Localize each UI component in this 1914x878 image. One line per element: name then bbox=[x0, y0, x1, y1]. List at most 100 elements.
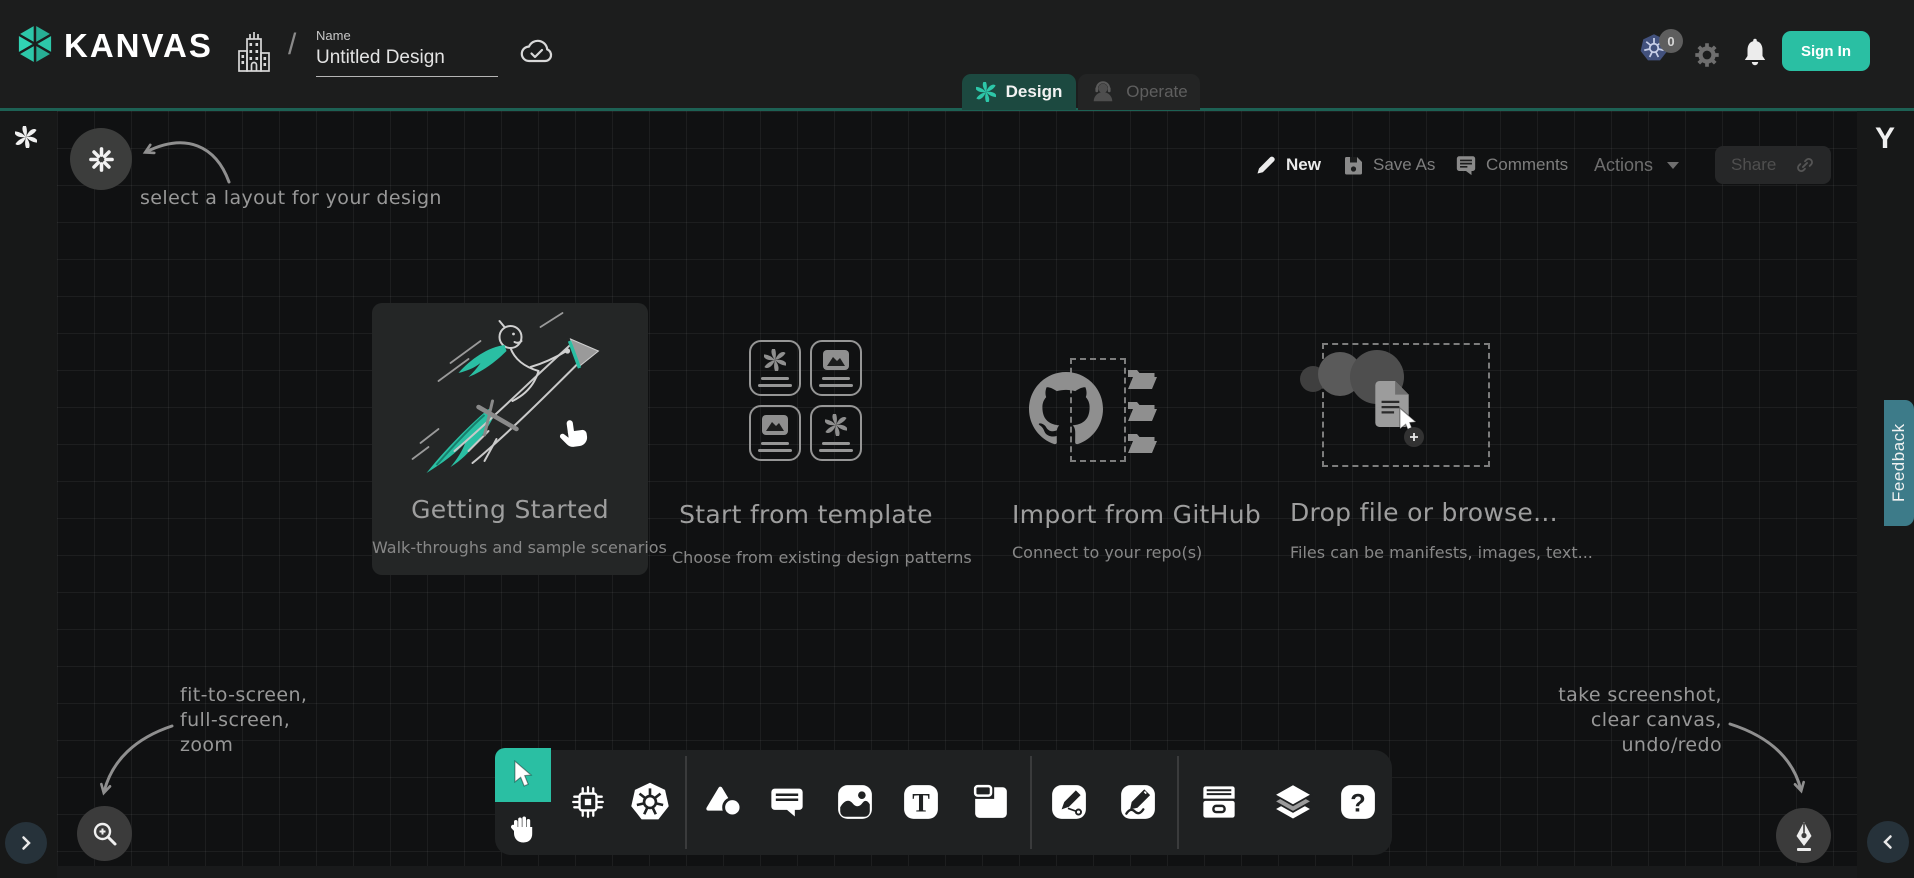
comment-tool-button[interactable] bbox=[765, 780, 809, 824]
expand-right-panel-button[interactable] bbox=[1867, 821, 1909, 863]
zoom-hint-text: fit-to-screen, full-screen, zoom bbox=[180, 683, 307, 758]
actions-dropdown[interactable]: Actions bbox=[1594, 146, 1679, 184]
tab-operate[interactable]: Operate bbox=[1078, 74, 1200, 110]
card-start-from-template[interactable]: Start from template Choose from existing… bbox=[672, 330, 940, 575]
notifications-bell-icon[interactable] bbox=[1741, 38, 1769, 70]
card-subtitle: Choose from existing design patterns bbox=[672, 548, 940, 567]
card-title: Import from GitHub bbox=[1012, 500, 1197, 529]
tab-operate-label: Operate bbox=[1126, 82, 1187, 102]
infrastructure-tool-button[interactable] bbox=[566, 780, 610, 824]
pen-tool-icon bbox=[1050, 783, 1088, 821]
design-pinwheel-icon bbox=[976, 82, 996, 102]
template-tile bbox=[810, 340, 862, 396]
operate-support-icon bbox=[1090, 79, 1116, 105]
pan-tool-button[interactable] bbox=[495, 802, 551, 855]
tab-design-label: Design bbox=[1006, 82, 1063, 102]
organization-building-icon[interactable] bbox=[236, 29, 272, 77]
comment-tool-icon bbox=[768, 785, 806, 819]
zoom-hint-arrow bbox=[90, 712, 190, 802]
zoom-hint-line: fit-to-screen, bbox=[180, 683, 307, 708]
app-window: KANVAS / Name Untitled Design bbox=[0, 0, 1914, 878]
drawer-tool-button[interactable] bbox=[1197, 780, 1241, 824]
toolbar-divider bbox=[1030, 756, 1032, 849]
comments-bubble-icon bbox=[1455, 154, 1477, 176]
canvas-actions-button[interactable] bbox=[1776, 808, 1831, 863]
new-button[interactable]: New bbox=[1255, 146, 1321, 184]
sketch-tool-button[interactable] bbox=[1116, 780, 1160, 824]
rocket-rider-illustration bbox=[390, 311, 615, 491]
share-label: Share bbox=[1731, 155, 1776, 175]
pen-nib-icon bbox=[1789, 820, 1819, 852]
sign-in-button[interactable]: Sign In bbox=[1782, 31, 1870, 71]
chevron-left-icon bbox=[1876, 830, 1900, 854]
comments-label: Comments bbox=[1486, 155, 1568, 175]
help-glyph: ? bbox=[1350, 790, 1365, 818]
header-bar: KANVAS / Name Untitled Design bbox=[0, 0, 1914, 108]
shapes-tool-button[interactable] bbox=[701, 780, 745, 824]
kubernetes-tool-button[interactable] bbox=[628, 780, 672, 824]
card-title: Getting Started bbox=[372, 495, 648, 524]
github-octocat-icon bbox=[1029, 372, 1103, 446]
canvas-actions-hint-line: clear canvas, bbox=[1472, 708, 1722, 733]
left-rail-pinwheel-icon[interactable] bbox=[15, 126, 37, 148]
add-file-plus-badge bbox=[1404, 427, 1424, 447]
folder-icon bbox=[1126, 430, 1158, 456]
card-import-from-github[interactable]: Import from GitHub Connect to your repo(… bbox=[1012, 340, 1197, 570]
breadcrumb-separator: / bbox=[288, 28, 296, 62]
new-label: New bbox=[1286, 155, 1321, 175]
tab-design[interactable]: Design bbox=[962, 74, 1076, 110]
design-name-input[interactable]: Untitled Design bbox=[316, 47, 445, 69]
share-button[interactable]: Share bbox=[1715, 146, 1831, 184]
design-name-underline bbox=[316, 76, 498, 77]
canvas-actions-hint-line: take screenshot, bbox=[1472, 683, 1722, 708]
expand-left-panel-button[interactable] bbox=[5, 822, 47, 864]
card-getting-started[interactable]: Getting Started Walk-throughs and sample… bbox=[372, 303, 648, 575]
template-tile bbox=[749, 340, 801, 396]
folder-icon bbox=[1126, 398, 1158, 424]
toolbar-divider bbox=[685, 756, 687, 849]
toolbar-divider bbox=[1177, 756, 1179, 849]
frame-tool-button[interactable] bbox=[969, 780, 1013, 824]
image-icon bbox=[761, 414, 789, 436]
image-tool-icon bbox=[836, 783, 874, 821]
kubernetes-count-badge: 0 bbox=[1659, 29, 1683, 53]
sketch-pencil-icon bbox=[1119, 783, 1157, 821]
pencil-new-icon bbox=[1255, 154, 1277, 176]
canvas-actions-hint-arrow bbox=[1722, 712, 1822, 802]
template-tiles bbox=[749, 340, 862, 461]
template-tile bbox=[810, 405, 862, 461]
chevron-right-icon bbox=[14, 831, 38, 855]
settings-gear-icon[interactable] bbox=[1694, 42, 1720, 68]
canvas-top-border bbox=[0, 108, 1914, 111]
help-icon: ? bbox=[1339, 783, 1377, 821]
image-icon bbox=[822, 349, 850, 371]
save-floppy-icon bbox=[1343, 155, 1364, 176]
image-tool-button[interactable] bbox=[833, 780, 877, 824]
pinwheel-icon bbox=[825, 414, 847, 436]
text-tool-button[interactable]: T bbox=[899, 780, 943, 824]
plus-icon bbox=[1409, 432, 1419, 442]
pen-tool-button[interactable] bbox=[1047, 780, 1091, 824]
kubernetes-helm-icon bbox=[629, 781, 671, 823]
drawer-icon bbox=[1198, 783, 1240, 821]
y-partner-logo[interactable]: Y bbox=[1875, 122, 1895, 156]
comments-button[interactable]: Comments bbox=[1455, 146, 1568, 184]
card-title: Drop file or browse... bbox=[1290, 498, 1515, 527]
text-tool-icon: T bbox=[902, 783, 940, 821]
zoom-controls-button[interactable] bbox=[77, 806, 132, 861]
actions-label: Actions bbox=[1594, 155, 1653, 176]
text-tool-glyph: T bbox=[912, 788, 930, 818]
kanvas-logo-icon bbox=[12, 21, 58, 67]
feedback-tab[interactable]: Feedback bbox=[1884, 400, 1914, 526]
magnifier-plus-icon bbox=[90, 819, 120, 849]
chevron-down-icon bbox=[1667, 162, 1679, 169]
save-as-button[interactable]: Save As bbox=[1343, 146, 1435, 184]
card-drop-file[interactable]: Drop file or browse... Files can be mani… bbox=[1290, 335, 1515, 570]
folder-icon bbox=[1126, 366, 1158, 392]
canvas-bottom-strip bbox=[57, 866, 1857, 878]
layers-tool-button[interactable] bbox=[1271, 780, 1315, 824]
select-tool-button[interactable] bbox=[495, 748, 551, 802]
card-subtitle: Connect to your repo(s) bbox=[1012, 543, 1197, 562]
help-tool-button[interactable]: ? bbox=[1336, 780, 1380, 824]
card-title: Start from template bbox=[672, 500, 940, 529]
